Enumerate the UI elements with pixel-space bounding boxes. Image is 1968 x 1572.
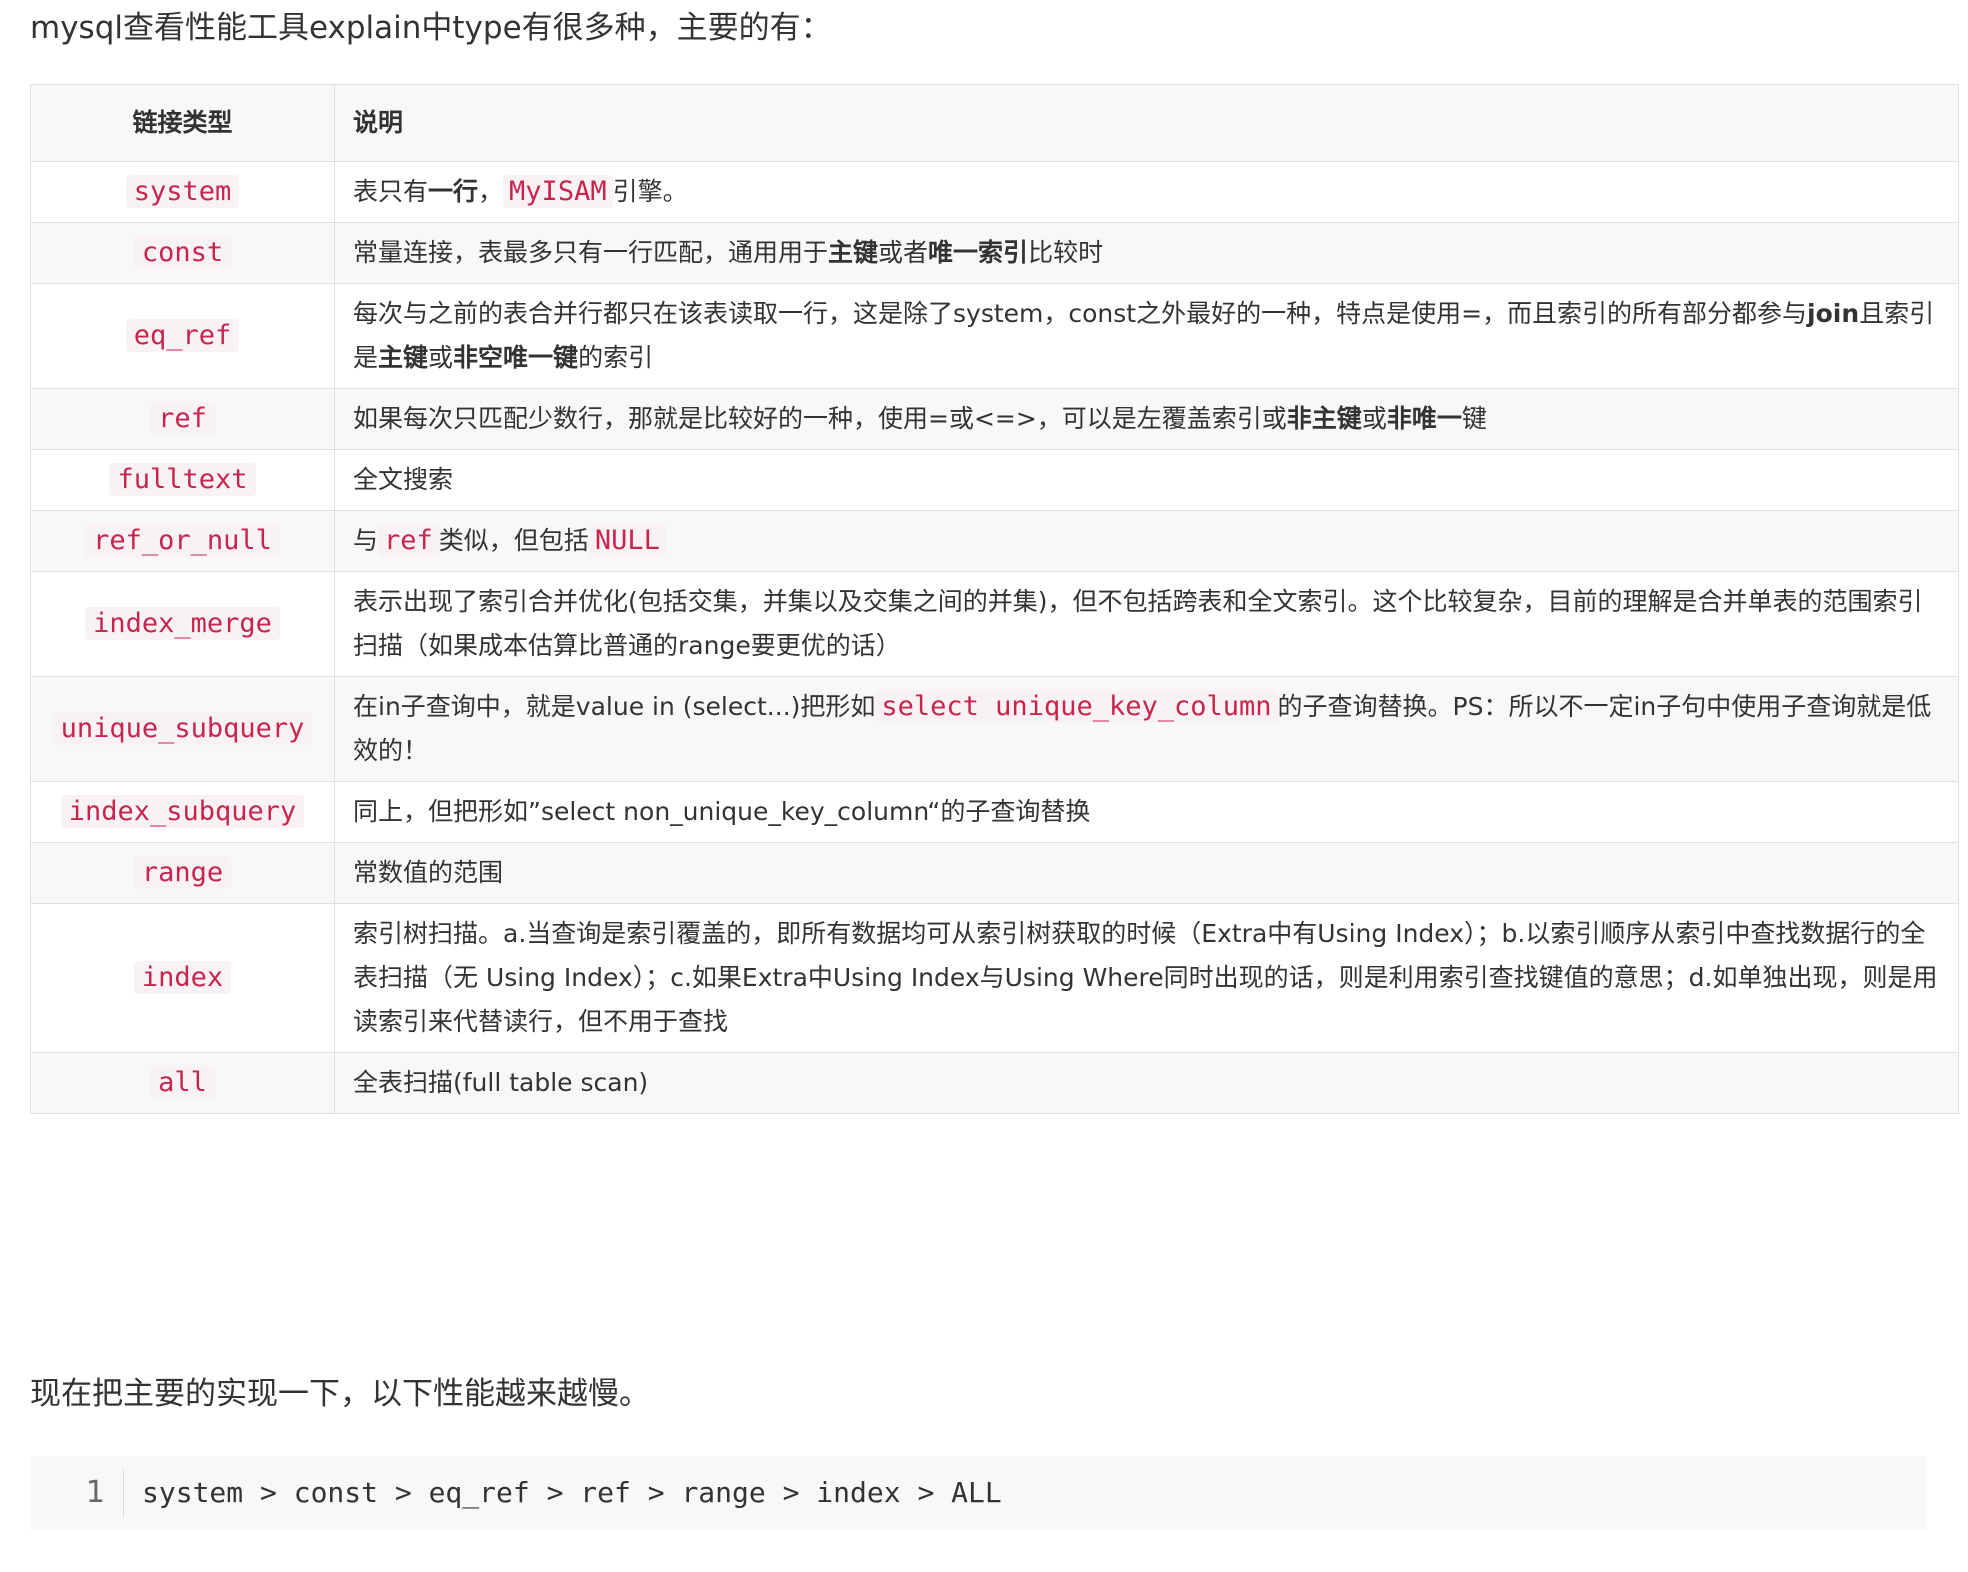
bold-text: 非主键: [1286, 404, 1362, 433]
table-row: unique_subquery 在in子查询中，就是value in (selec…: [30, 676, 1959, 782]
type-code: system: [125, 175, 240, 208]
text-segment: 键: [1461, 404, 1487, 433]
type-code: ref: [150, 402, 215, 435]
text-segment: 或: [1361, 404, 1387, 433]
text-segment: 在in子查询中，就是value in (select...)把形如: [353, 692, 876, 721]
text-segment: 常数值的范围: [353, 858, 504, 887]
type-cell: ref_or_null: [30, 510, 335, 572]
text-segment: 常量连接，表最多只有一行匹配，通用用于: [353, 238, 829, 267]
inline-code: NULL: [588, 524, 666, 557]
table-row: ref 如果每次只匹配少数行，那就是比较好的一种，使用=或<=>，可以是左覆盖索引…: [30, 388, 1959, 450]
text-segment: 全表扫描(full table scan): [353, 1068, 649, 1097]
description-cell: 常量连接，表最多只有一行匹配，通用用于主键或者唯一索引比较时: [334, 222, 1959, 284]
text-segment: 全文搜索: [353, 465, 454, 494]
description-cell: 全文搜索: [334, 449, 1959, 511]
line-number: 1: [30, 1468, 124, 1518]
text-segment: 或: [428, 343, 454, 372]
bold-text: 主键: [378, 343, 429, 372]
description-cell: 同上，但把形如”select non_unique_key_column“的子查…: [334, 781, 1959, 843]
text-segment: 或者: [878, 238, 929, 267]
type-cell: unique_subquery: [30, 676, 335, 782]
description-cell: 在in子查询中，就是value in (select...)把形如 select …: [334, 676, 1959, 782]
table-row: range 常数值的范围: [30, 842, 1959, 904]
inline-code: ref: [378, 524, 439, 557]
join-type-table: 链接类型 说明 system 表只有一行， MyISAM 引擎。 const 常量连接，表…: [30, 84, 1959, 1114]
type-cell: range: [30, 842, 335, 904]
text-segment: 比较时: [1028, 238, 1104, 267]
table-row: ref_or_null 与 ref 类似，但包括 NULL: [30, 510, 1959, 572]
code-line: system > const > eq_ref > ref > range > …: [142, 1476, 1002, 1509]
text-segment: 引擎。: [612, 177, 688, 206]
bold-text: 非空唯一键: [453, 343, 579, 372]
description-cell: 表只有一行， MyISAM 引擎。: [334, 161, 1959, 223]
type-cell: system: [30, 161, 335, 223]
type-cell: index_merge: [30, 571, 335, 677]
text-segment: 如果每次只匹配少数行，那就是比较好的一种，使用=或<=>，可以是左覆盖索引或: [353, 404, 1287, 433]
bold-text: 唯一索引: [928, 238, 1029, 267]
table-row: eq_ref 每次与之前的表合并行都只在该表读取一行，这是除了system，con…: [30, 283, 1959, 389]
text-segment: 每次与之前的表合并行都只在该表读取一行，这是除了system，const之外最好…: [353, 299, 1808, 328]
header-join-type: 链接类型: [30, 84, 335, 162]
table-row: all 全表扫描(full table scan): [30, 1052, 1959, 1114]
type-code: fulltext: [109, 463, 256, 496]
header-description: 说明: [334, 84, 1959, 162]
bold-text: 主键: [828, 238, 879, 267]
table-row: index_subquery 同上，但把形如”select non_unique_…: [30, 781, 1959, 843]
inline-code: MyISAM: [503, 175, 613, 208]
bold-text: join: [1807, 299, 1860, 328]
type-code: index_subquery: [60, 795, 305, 828]
table-row: fulltext 全文搜索: [30, 449, 1959, 511]
bold-text: 一行: [428, 177, 479, 206]
bold-text: 非唯一: [1386, 404, 1462, 433]
text-segment: 表只有: [353, 177, 429, 206]
text-segment: 索引树扫描。a.当查询是索引覆盖的，即所有数据均可从索引树获取的时候（Extra…: [353, 919, 1938, 1036]
document-page: mysql查看性能工具explain中type有很多种，主要的有： 链接类型 说…: [0, 0, 1968, 1572]
type-code: ref_or_null: [85, 524, 280, 557]
summary-text: 现在把主要的实现一下，以下性能越来越慢。: [30, 1376, 650, 1412]
description-cell: 每次与之前的表合并行都只在该表读取一行，这是除了system，const之外最好…: [334, 283, 1959, 389]
type-cell: index: [30, 903, 335, 1053]
description-cell: 索引树扫描。a.当查询是索引覆盖的，即所有数据均可从索引树获取的时候（Extra…: [334, 903, 1959, 1053]
type-cell: ref: [30, 388, 335, 450]
text-segment: 类似，但包括: [438, 526, 589, 555]
inline-code: select unique_key_column: [875, 690, 1278, 723]
table-row: index_merge 表示出现了索引合并优化(包括交集，并集以及交集之间的并集)…: [30, 571, 1959, 677]
intro-text: mysql查看性能工具explain中type有很多种，主要的有：: [30, 10, 832, 46]
type-cell: index_subquery: [30, 781, 335, 843]
text-segment: 与: [353, 526, 379, 555]
type-code: unique_subquery: [52, 712, 313, 745]
code-block: 1 system > const > eq_ref > ref > range …: [30, 1456, 1926, 1530]
text-segment: ，: [478, 177, 504, 206]
table-row: index 索引树扫描。a.当查询是索引覆盖的，即所有数据均可从索引树获取的时候（…: [30, 903, 1959, 1053]
type-cell: eq_ref: [30, 283, 335, 389]
description-cell: 全表扫描(full table scan): [334, 1052, 1959, 1114]
text-segment: 表示出现了索引合并优化(包括交集，并集以及交集之间的并集)，但不包括跨表和全文索…: [353, 587, 1923, 660]
table-row: const 常量连接，表最多只有一行匹配，通用用于主键或者唯一索引比较时: [30, 222, 1959, 284]
type-code: const: [133, 236, 232, 269]
description-cell: 常数值的范围: [334, 842, 1959, 904]
type-code: range: [133, 856, 232, 889]
table-header-row: 链接类型 说明: [30, 84, 1959, 162]
description-cell: 与 ref 类似，但包括 NULL: [334, 510, 1959, 572]
type-code: all: [150, 1066, 215, 1099]
description-cell: 表示出现了索引合并优化(包括交集，并集以及交集之间的并集)，但不包括跨表和全文索…: [334, 571, 1959, 677]
type-cell: fulltext: [30, 449, 335, 511]
text-segment: 同上，但把形如”select non_unique_key_column“的子查…: [353, 797, 1091, 826]
type-cell: const: [30, 222, 335, 284]
type-code: eq_ref: [125, 319, 240, 352]
table-row: system 表只有一行， MyISAM 引擎。: [30, 161, 1959, 223]
type-cell: all: [30, 1052, 335, 1114]
text-segment: 的索引: [578, 343, 654, 372]
type-code: index: [133, 961, 232, 994]
type-code: index_merge: [85, 607, 280, 640]
description-cell: 如果每次只匹配少数行，那就是比较好的一种，使用=或<=>，可以是左覆盖索引或非主…: [334, 388, 1959, 450]
